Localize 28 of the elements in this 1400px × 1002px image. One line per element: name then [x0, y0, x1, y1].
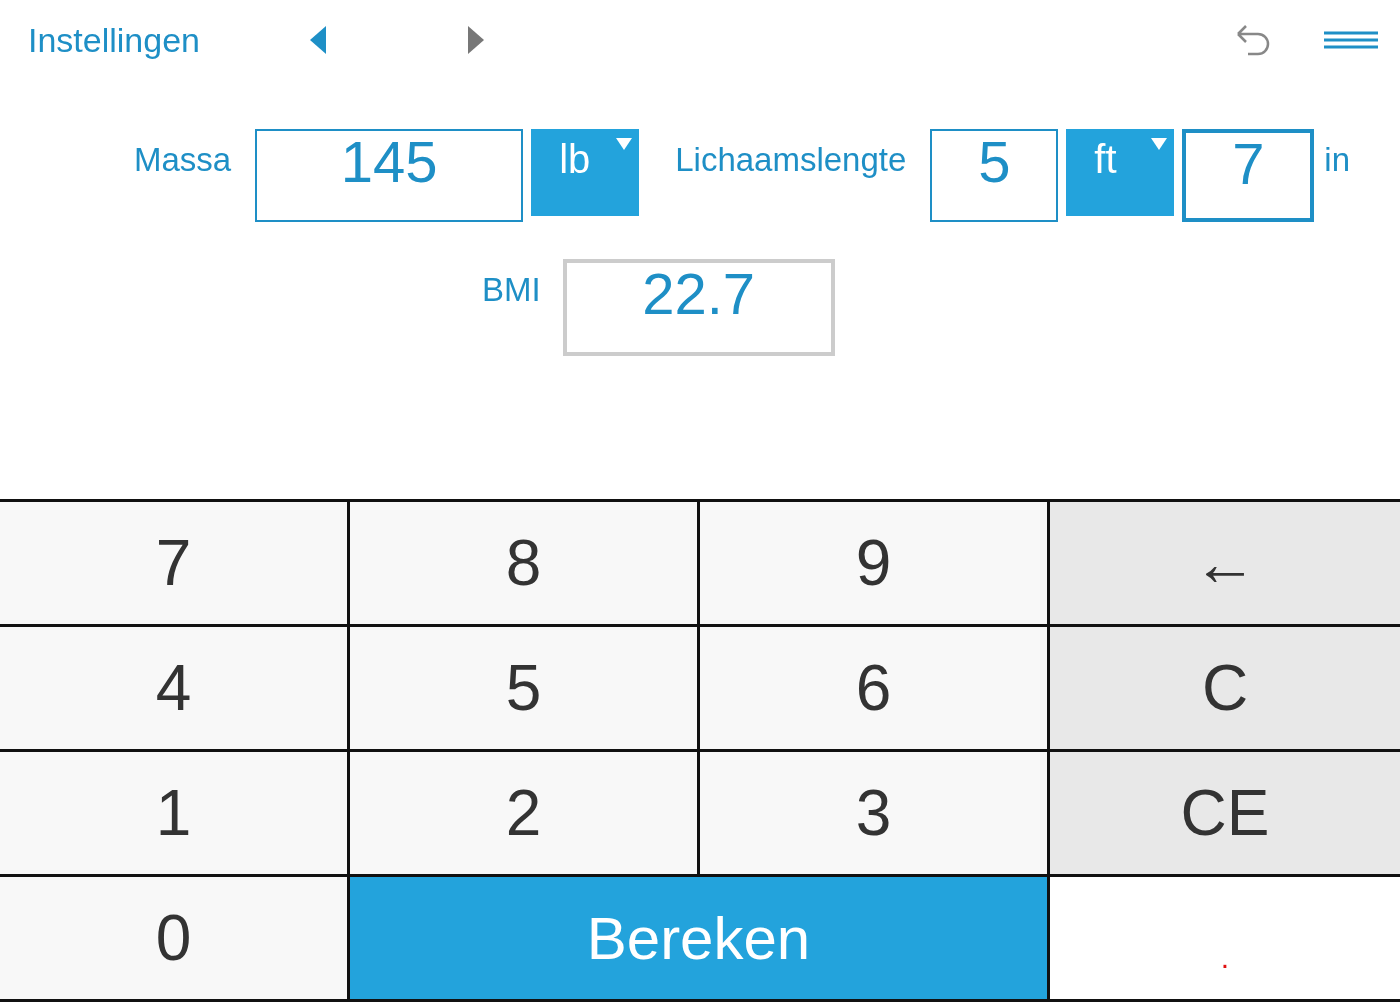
- digit-key[interactable]: 0: [0, 877, 350, 1002]
- undo-icon[interactable]: [1234, 22, 1272, 58]
- bmi-label: BMI: [482, 271, 541, 309]
- caret-icon: [1151, 138, 1168, 150]
- bmi-result: 22.7: [562, 259, 835, 356]
- digit-key[interactable]: 4: [0, 627, 350, 752]
- function-key[interactable]: CE: [1050, 752, 1400, 877]
- previous-arrow-icon[interactable]: [310, 26, 326, 54]
- digit-key[interactable]: 9: [700, 502, 1050, 627]
- function-key[interactable]: C: [1050, 627, 1400, 752]
- inches-label: in: [1324, 141, 1351, 179]
- digit-key[interactable]: 7: [0, 502, 350, 627]
- next-arrow-icon[interactable]: [468, 26, 484, 54]
- digit-key[interactable]: 8: [350, 502, 700, 627]
- feet-input[interactable]: 5: [930, 129, 1059, 222]
- function-key[interactable]: ←: [1050, 502, 1400, 627]
- digit-key[interactable]: 2: [350, 752, 700, 877]
- menu-icon[interactable]: [1324, 31, 1378, 49]
- mass-label: Massa: [134, 141, 232, 179]
- digit-key[interactable]: 1: [0, 752, 350, 877]
- caret-icon: [616, 138, 633, 150]
- digit-key[interactable]: 3: [700, 752, 1050, 877]
- height-label: Lichaamslengte: [675, 141, 907, 179]
- mass-input[interactable]: 145: [255, 129, 524, 222]
- digit-key[interactable]: 5: [350, 627, 700, 752]
- settings-link[interactable]: Instellingen: [28, 20, 200, 60]
- digit-key[interactable]: 6: [700, 627, 1050, 752]
- inches-input[interactable]: 7: [1182, 129, 1315, 222]
